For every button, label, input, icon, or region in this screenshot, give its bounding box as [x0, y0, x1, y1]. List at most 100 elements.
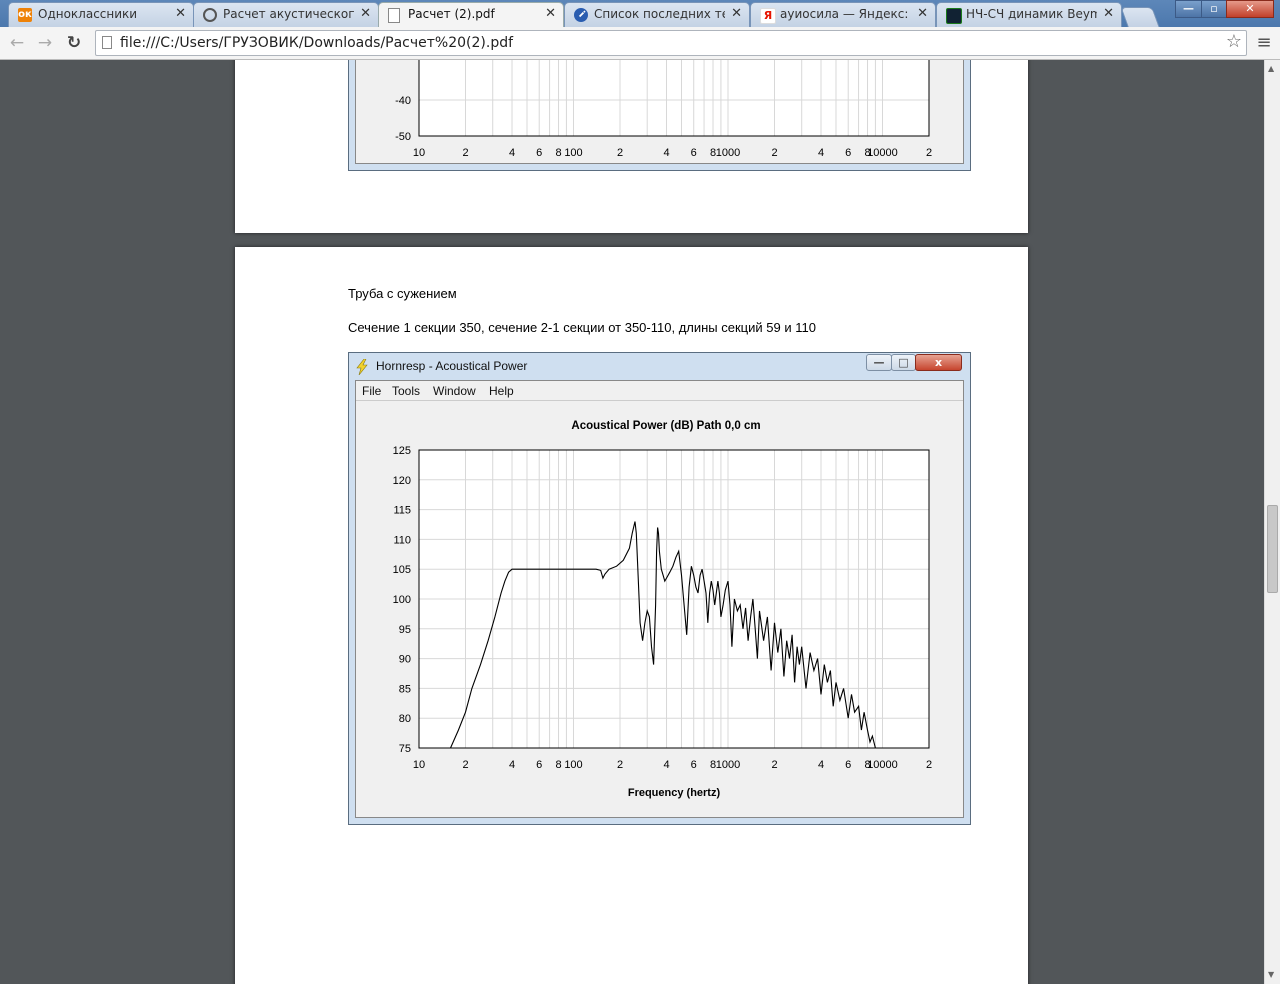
menu-icon[interactable]: ≡ — [1253, 32, 1275, 54]
menu-file[interactable]: File — [362, 384, 381, 398]
pdf-viewer[interactable]: -40-50102468100246810002468100002Frequen… — [0, 60, 1264, 984]
pdf-page-2: Труба с сужением Сечение 1 секции 350, с… — [235, 247, 1028, 984]
yandex-icon: Я — [760, 8, 776, 24]
close-icon[interactable]: ✕ — [360, 6, 371, 21]
y-tick-label: 90 — [399, 654, 411, 666]
tab-label: Расчет акустического о — [223, 7, 354, 21]
y-tick-label: -40 — [395, 95, 411, 107]
tab-odnoklassniki[interactable]: ок Одноклассники ✕ — [8, 2, 194, 27]
forum-icon — [203, 8, 217, 22]
tab-yandex[interactable]: Я ауиосила — Яндекс: на ✕ — [750, 2, 936, 27]
y-tick-label: 85 — [399, 683, 411, 695]
window-maximize-button[interactable]: ▫ — [1201, 0, 1227, 18]
reload-button[interactable]: ↻ — [63, 32, 85, 54]
chart-title: Acoustical Power (dB) Path 0,0 cm — [571, 420, 760, 432]
new-tab-button[interactable] — [1120, 7, 1160, 27]
y-tick-label: -50 — [395, 131, 411, 143]
x-tick-label: 4 — [818, 759, 824, 771]
x-tick-label: 2 — [462, 759, 468, 771]
window-close-button[interactable]: ✕ — [1226, 0, 1274, 18]
x-tick-label: 100 — [564, 759, 582, 771]
hornresp-client-1: -40-50102468100246810002468100002Frequen… — [355, 60, 964, 187]
tab-pdf-active[interactable]: Расчет (2).pdf ✕ — [378, 2, 564, 28]
chart-2: Acoustical Power (dB) Path 0,0 cm 125 120 1… — [393, 420, 932, 799]
info-icon: i — [571, 5, 591, 25]
lightning-icon — [355, 358, 369, 376]
vertical-scrollbar[interactable]: ▲ ▼ — [1264, 60, 1280, 984]
x-tick-label: 2 — [617, 759, 623, 771]
x-tick-label: 4 — [663, 147, 669, 159]
tab-label: Одноклассники — [38, 7, 138, 21]
close-icon[interactable]: ✕ — [731, 6, 742, 21]
forward-button[interactable]: → — [34, 32, 56, 54]
page-icon — [102, 36, 112, 49]
x-tick-label: 2 — [771, 147, 777, 159]
hornresp-close-button[interactable]: x — [915, 354, 962, 371]
window-minimize-button[interactable]: — — [1175, 0, 1202, 18]
close-icon[interactable]: ✕ — [545, 6, 556, 21]
x-tick-label: 10000 — [867, 759, 898, 771]
x-tick-label: 2 — [926, 147, 932, 159]
scrollbar-thumb[interactable] — [1267, 505, 1278, 593]
tab-acoustic-calc[interactable]: Расчет акустического о ✕ — [193, 2, 379, 27]
x-tick-label: 6 — [691, 147, 697, 159]
x-tick-label: 4 — [663, 759, 669, 771]
document-icon — [388, 8, 400, 23]
section-description: Сечение 1 секции 350, сечение 2-1 секции… — [348, 320, 816, 335]
tab-label: Список последних тем, — [594, 7, 725, 21]
menu-help[interactable]: Help — [489, 384, 514, 398]
x-tick-label: 6 — [845, 147, 851, 159]
scroll-up-icon[interactable]: ▲ — [1268, 64, 1274, 73]
star-icon[interactable]: ☆ — [1226, 31, 1242, 52]
chart-1: -40-50102468100246810002468100002Frequen… — [395, 60, 932, 187]
close-icon[interactable]: ✕ — [917, 6, 928, 21]
tab-label: НЧ-СЧ динамик Beyma — [966, 7, 1097, 21]
y-tick-label: 110 — [393, 534, 411, 546]
x-tick-label: 6 — [845, 759, 851, 771]
hornresp-client-2: File Tools Window Help Acoustical Power … — [355, 380, 964, 818]
tab-topics[interactable]: i Список последних тем, ✕ — [564, 2, 750, 27]
y-tick-label: 95 — [399, 624, 411, 636]
x-tick-label: 10 — [413, 759, 425, 771]
x-tick-label: 8 — [555, 147, 561, 159]
x-tick-label: 8 — [555, 759, 561, 771]
y-tick-label: 105 — [393, 564, 411, 576]
y-tick-label: 120 — [393, 475, 411, 487]
plot-area — [419, 60, 929, 136]
pdf-page-1: -40-50102468100246810002468100002Frequen… — [235, 60, 1028, 233]
x-tick-label: 2 — [771, 759, 777, 771]
tab-label: Расчет (2).pdf — [408, 7, 495, 21]
hornresp-menubar: File Tools Window Help — [356, 381, 963, 401]
y-tick-label: 125 — [393, 445, 411, 457]
equalizer-icon — [946, 8, 962, 24]
back-button[interactable]: ← — [6, 32, 28, 54]
y-tick-label: 75 — [399, 743, 411, 755]
odnoklassniki-icon: ок — [18, 8, 32, 22]
x-tick-label: 4 — [509, 759, 515, 771]
hornresp-window-1: -40-50102468100246810002468100002Frequen… — [348, 60, 971, 187]
x-tick-label: 10000 — [867, 147, 898, 159]
scroll-down-icon[interactable]: ▼ — [1268, 970, 1274, 979]
hornresp-maximize-button[interactable]: □ — [891, 354, 916, 371]
close-icon[interactable]: ✕ — [175, 6, 186, 21]
x-tick-label: 4 — [818, 147, 824, 159]
tab-label: ауиосила — Яндекс: на — [780, 7, 911, 21]
x-axis-label: Frequency (hertz) — [628, 787, 721, 799]
x-tick-label: 2 — [926, 759, 932, 771]
y-tick-label: 100 — [393, 594, 411, 606]
hornresp-minimize-button[interactable]: — — [866, 354, 892, 371]
y-tick-label: 115 — [393, 505, 411, 517]
address-bar[interactable]: file:///C:/Users/ГРУЗОВИК/Downloads/Расч… — [95, 30, 1247, 56]
menu-window[interactable]: Window — [433, 384, 476, 398]
x-tick-label: 6 — [536, 147, 542, 159]
close-icon[interactable]: ✕ — [1103, 6, 1114, 21]
browser-toolbar: ← → ↻ file:///C:/Users/ГРУЗОВИК/Download… — [0, 27, 1280, 60]
hornresp-window-2: Hornresp - Acoustical Power — □ x File T… — [348, 352, 971, 825]
menu-tools[interactable]: Tools — [392, 384, 420, 398]
url-text[interactable]: file:///C:/Users/ГРУЗОВИК/Downloads/Расч… — [120, 35, 513, 51]
tab-strip: ок Одноклассники ✕ Расчет акустического … — [0, 0, 1280, 28]
section-heading: Труба с сужением — [348, 286, 457, 301]
x-tick-label: 6 — [536, 759, 542, 771]
x-tick-label: 2 — [462, 147, 468, 159]
tab-beyma[interactable]: НЧ-СЧ динамик Beyma ✕ — [936, 2, 1122, 27]
